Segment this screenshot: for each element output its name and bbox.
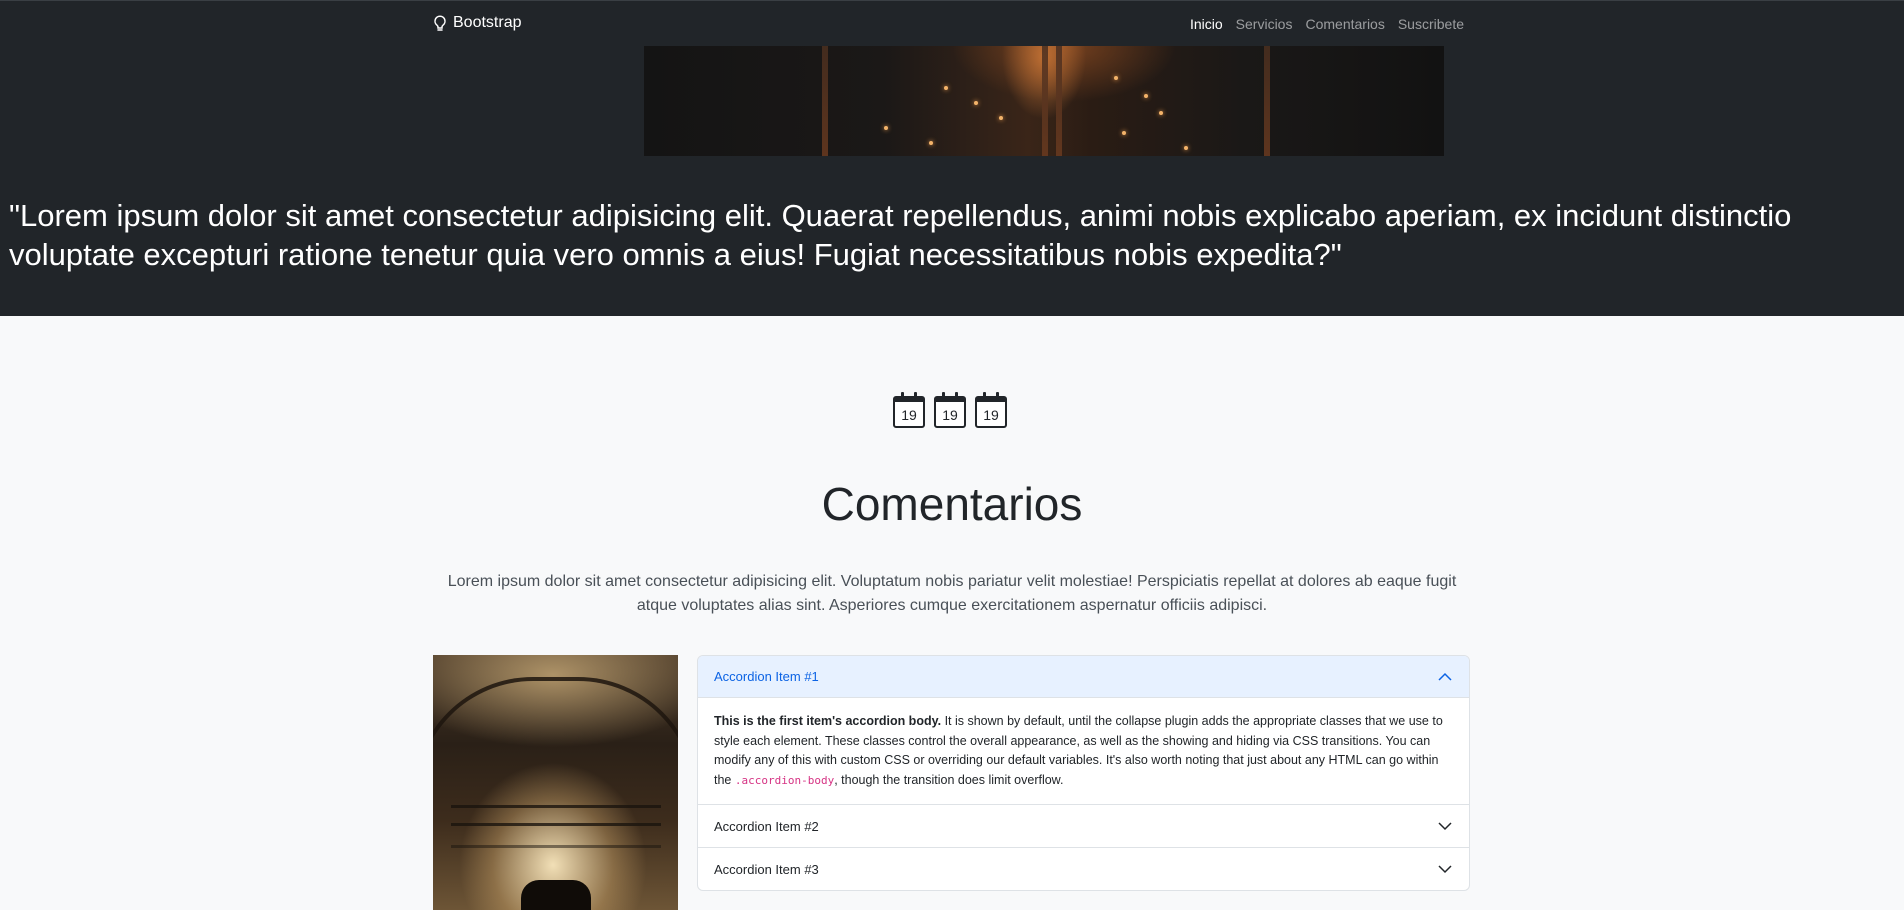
chevron-down-icon [1438,865,1452,874]
chevron-down-icon [1438,822,1452,831]
navbar-brand[interactable]: Bootstrap [433,14,521,32]
accordion-body-strong: This is the first item's accordion body. [714,714,942,728]
nav-link-suscribete[interactable]: Suscribete [1398,16,1464,32]
accordion-item-title: Accordion Item #1 [714,669,819,684]
section-lead: Lorem ipsum dolor sit amet consectetur a… [447,573,1457,614]
accordion-body-code: .accordion-body [734,773,835,787]
nav-links: Inicio Servicios Comentarios Suscribete [1190,16,1464,32]
concert-photo [433,655,678,910]
accordion-item: Accordion Item #1 This is the first item… [698,656,1469,804]
accordion-button-3[interactable]: Accordion Item #3 [698,848,1469,890]
accordion-item: Accordion Item #3 [698,847,1469,890]
accordion: Accordion Item #1 This is the first item… [697,655,1470,891]
nav-link-comentarios[interactable]: Comentarios [1305,16,1384,32]
calendar-icon: 19 [975,392,1007,428]
lightbulb-icon [433,14,447,32]
calendar-icon: 19 [893,392,925,428]
chevron-up-icon [1438,672,1452,681]
navbar: Bootstrap Inicio Servicios Comentarios S… [0,0,1904,46]
hero-section: "Lorem ipsum dolor sit amet consectetur … [0,0,1904,316]
calendar-icon: 19 [934,392,966,428]
calendar-icons: 19 19 19 [893,392,1007,428]
accordion-body: This is the first item's accordion body.… [698,698,1469,804]
hero-image [644,46,1444,156]
accordion-body-text-2: , though the transition does limit overf… [834,772,1064,787]
nav-link-servicios[interactable]: Servicios [1236,16,1293,32]
hero-quote: "Lorem ipsum dolor sit amet consectetur … [9,198,1792,272]
section-title: Comentarios [821,478,1083,530]
accordion-item-title: Accordion Item #3 [714,861,819,877]
accordion-item: Accordion Item #2 [698,804,1469,847]
accordion-item-title: Accordion Item #2 [714,818,819,834]
nav-link-inicio[interactable]: Inicio [1190,16,1223,32]
accordion-button-1[interactable]: Accordion Item #1 [698,656,1469,698]
brand-label: Bootstrap [453,14,522,31]
accordion-button-2[interactable]: Accordion Item #2 [698,805,1469,847]
